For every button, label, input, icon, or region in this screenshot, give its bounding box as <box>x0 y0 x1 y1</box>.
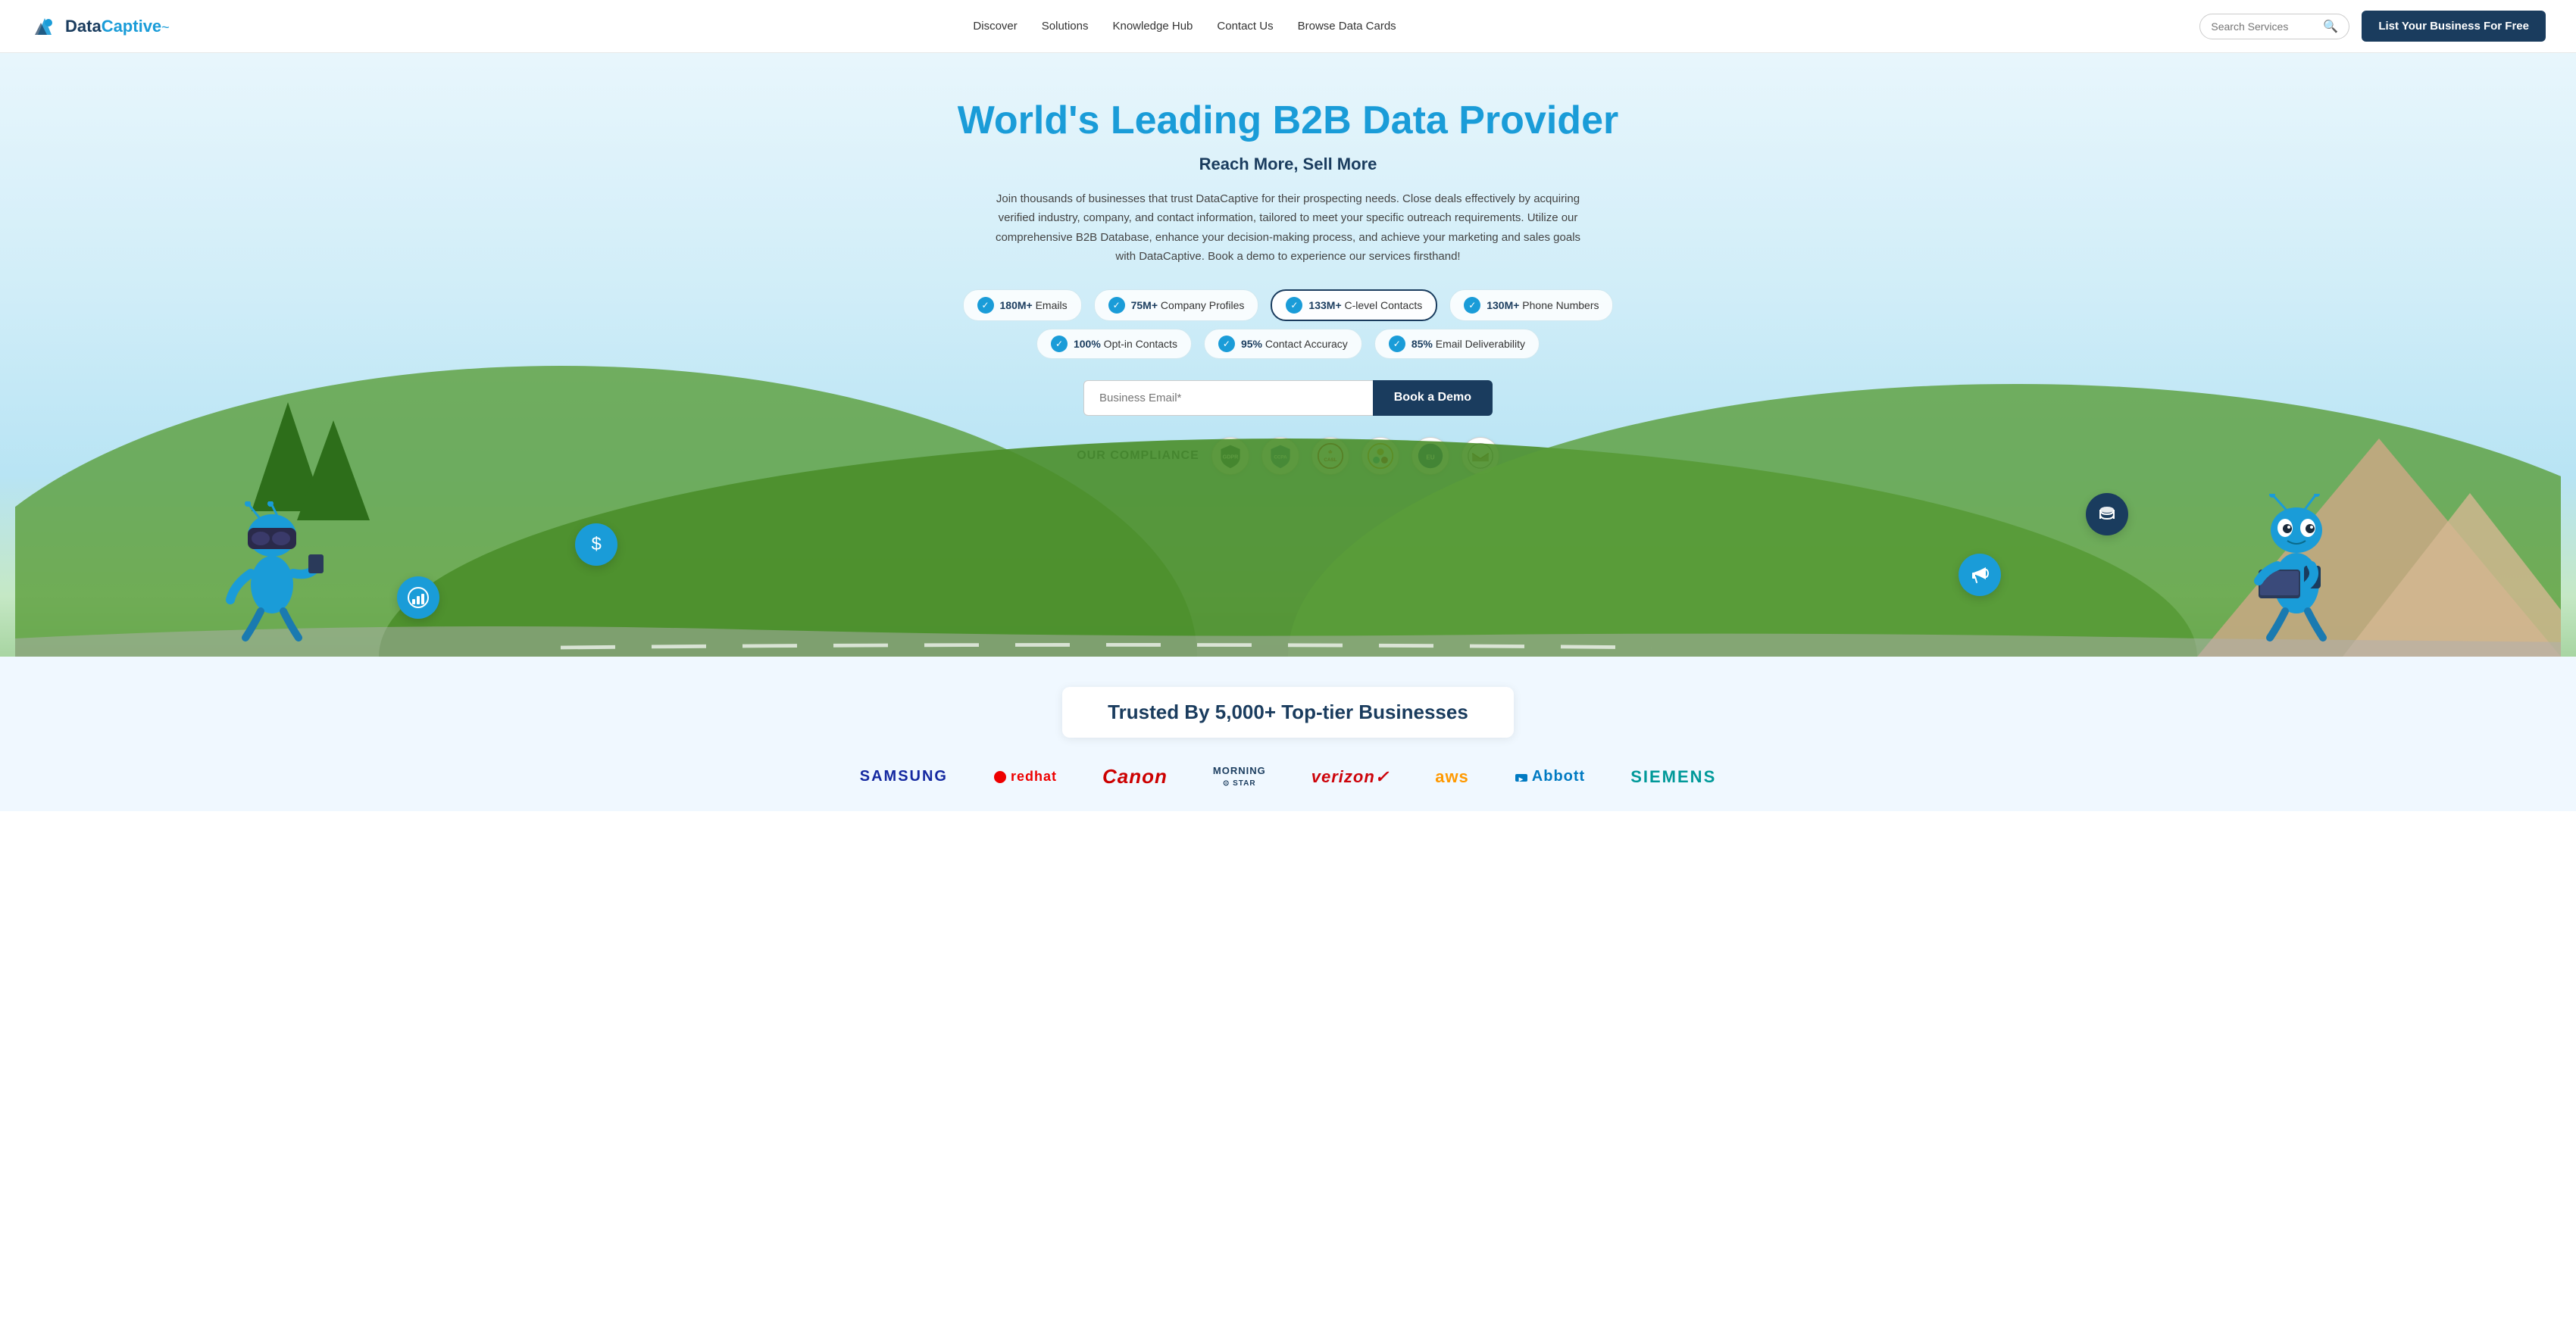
logo-text: DataCaptive~ <box>65 17 170 36</box>
search-input[interactable] <box>2211 20 2317 33</box>
hero-title: World's Leading B2B Data Provider <box>15 98 2561 144</box>
brand-samsung: SAMSUNG <box>860 768 948 785</box>
search-box[interactable]: 🔍 <box>2199 14 2349 39</box>
hero-section: World's Leading B2B Data Provider Reach … <box>0 53 2576 657</box>
brand-logos: SAMSUNG redhat Canon MORNING⊙ STAR veriz… <box>30 765 2546 789</box>
brand-canon: Canon <box>1102 765 1168 788</box>
megaphone-icon <box>1959 554 2001 596</box>
brand-verizon: verizon✓ <box>1311 767 1390 787</box>
search-icon: 🔍 <box>2323 19 2338 34</box>
brand-abbott: ▶ Abbott <box>1515 768 1585 785</box>
trusted-section: Trusted By 5,000+ Top-tier Businesses SA… <box>0 657 2576 812</box>
nav-browse-data[interactable]: Browse Data Cards <box>1298 20 1396 33</box>
nav-links: Discover Solutions Knowledge Hub Contact… <box>973 20 1396 33</box>
chart-icon <box>397 576 439 619</box>
trusted-banner-text: Trusted By 5,000+ Top-tier Businesses <box>1108 701 1468 723</box>
brand-morning: MORNING⊙ STAR <box>1213 765 1266 789</box>
nav-right: 🔍 List Your Business For Free <box>2199 11 2546 42</box>
mascot-right <box>2236 494 2357 657</box>
brand-aws: aws <box>1435 767 1469 787</box>
nav-knowledge-hub[interactable]: Knowledge Hub <box>1112 20 1193 33</box>
navbar: DataCaptive~ Discover Solutions Knowledg… <box>0 0 2576 53</box>
hero-description: Join thousands of businesses that trust … <box>993 189 1583 267</box>
nav-discover[interactable]: Discover <box>973 20 1017 33</box>
hero-subtitle: Reach More, Sell More <box>15 155 2561 174</box>
svg-text:▶: ▶ <box>1518 777 1524 782</box>
logo-icon <box>30 12 59 41</box>
trusted-banner: Trusted By 5,000+ Top-tier Businesses <box>1062 687 1514 738</box>
nav-contact-us[interactable]: Contact Us <box>1217 20 1273 33</box>
logo[interactable]: DataCaptive~ <box>30 12 170 41</box>
landscape-area: $ <box>15 490 2561 657</box>
dollar-icon: $ <box>575 523 617 566</box>
database-icon <box>2086 493 2128 535</box>
mascot-left <box>219 501 333 657</box>
nav-solutions[interactable]: Solutions <box>1042 20 1089 33</box>
brand-redhat: redhat <box>993 769 1057 785</box>
brand-siemens: SIEMENS <box>1630 767 1716 787</box>
list-business-button[interactable]: List Your Business For Free <box>2362 11 2546 42</box>
